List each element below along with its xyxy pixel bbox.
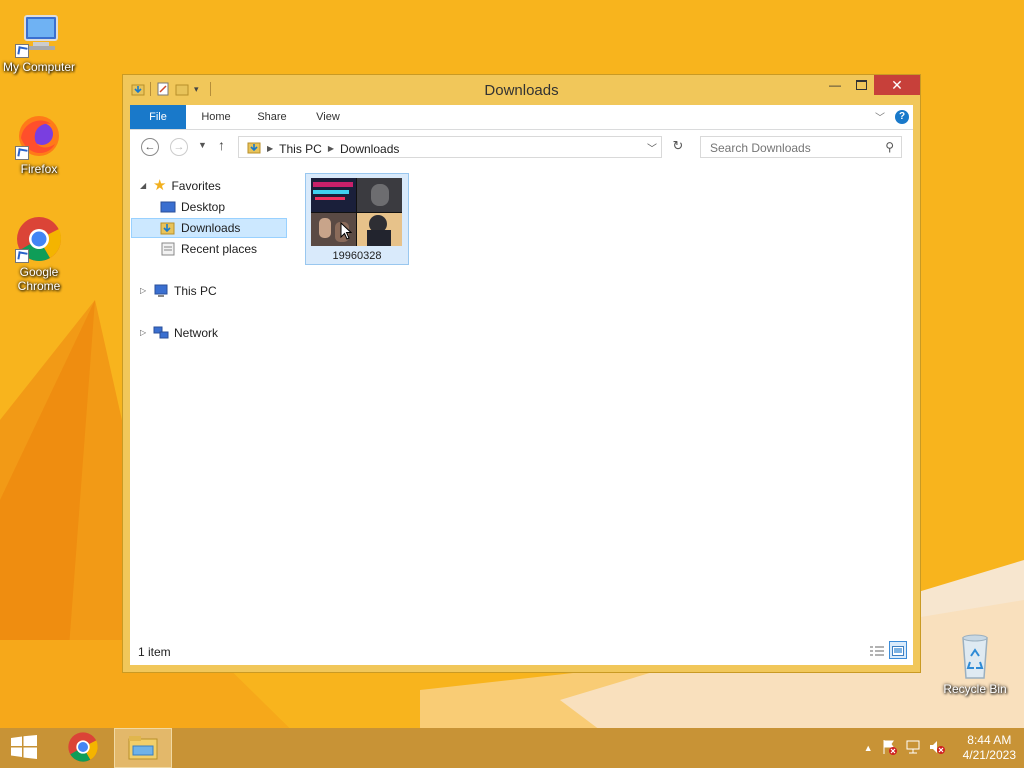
details-view-icon — [870, 645, 884, 660]
chrome-icon — [67, 731, 99, 766]
back-arrow-icon: ← — [144, 141, 156, 153]
start-button[interactable] — [0, 728, 48, 768]
maximize-button[interactable] — [848, 75, 874, 95]
desktop-icon-label: Google Chrome — [17, 265, 61, 293]
star-icon: ★ — [153, 177, 167, 194]
file-item[interactable]: 19960328 — [305, 173, 409, 265]
recent-places-icon — [160, 242, 176, 256]
taskbar-chrome[interactable] — [60, 728, 106, 768]
network-icon — [153, 326, 169, 340]
nav-label: Recent places — [181, 242, 258, 256]
desktop-icon-recycle-bin[interactable]: Recycle Bin — [942, 632, 1008, 696]
desktop-icon-label: Recycle Bin — [943, 682, 1007, 696]
details-view-button[interactable] — [867, 641, 885, 659]
minimize-button[interactable]: — — [822, 75, 848, 95]
title-bar[interactable]: ▾ Downloads — ✕ — [123, 75, 920, 105]
expand-triangle-icon[interactable]: ▷ — [140, 323, 148, 343]
taskbar-file-explorer[interactable] — [114, 728, 172, 768]
breadcrumb-separator-icon[interactable]: ▶ — [267, 144, 273, 153]
nav-item-downloads[interactable]: Downloads — [131, 218, 287, 238]
search-icon[interactable]: ⚲ — [885, 140, 894, 154]
status-bar: 1 item — [130, 637, 913, 665]
desktop-icon-firefox[interactable]: Firefox — [0, 112, 78, 176]
maximize-icon — [855, 80, 867, 90]
nav-label: Desktop — [181, 200, 226, 214]
volume-muted-icon[interactable] — [929, 739, 945, 758]
address-dropdown-icon[interactable]: ﹀ — [647, 140, 657, 155]
clock-time: 8:44 AM — [967, 733, 1012, 747]
clock[interactable]: 8:44 AM 4/21/2023 — [963, 733, 1016, 763]
forward-button[interactable]: → — [170, 138, 188, 156]
window-title: Downloads — [484, 82, 559, 99]
nav-item-desktop[interactable]: Desktop — [160, 197, 225, 217]
tab-home[interactable]: Home — [192, 105, 240, 129]
up-arrow-icon: ↑ — [218, 137, 225, 153]
refresh-icon: ↻ — [672, 138, 684, 153]
computer-icon — [153, 284, 169, 298]
search-box[interactable]: ⚲ — [700, 136, 902, 158]
navigation-pane: ◢ ★ Favorites Desktop Downloads Recent p… — [130, 166, 290, 635]
minimize-icon: — — [829, 78, 841, 92]
windows-logo-icon — [11, 734, 37, 762]
item-count: 1 item — [138, 645, 171, 659]
large-icons-view-icon — [892, 645, 904, 659]
search-input[interactable] — [708, 140, 872, 156]
nav-item-favorites[interactable]: ◢ ★ Favorites — [140, 176, 221, 196]
downloads-folder-icon — [160, 221, 176, 235]
explorer-window[interactable]: ▾ Downloads — ✕ File Home Share View ﹀ ?… — [122, 74, 921, 673]
file-name: 19960328 — [332, 250, 382, 262]
system-tray: ▲ 8:44 AM 4/21/2023 — [864, 728, 1016, 768]
desktop-icon — [160, 200, 176, 214]
content-area: ◢ ★ Favorites Desktop Downloads Recent p… — [130, 166, 913, 665]
firefox-icon — [15, 112, 63, 160]
file-explorer-icon — [127, 733, 159, 764]
forward-arrow-icon: → — [173, 141, 185, 153]
recycle-bin-icon — [951, 632, 999, 680]
help-icon[interactable]: ? — [895, 109, 909, 124]
address-bar[interactable]: ▶ This PC ▶ Downloads ﹀ — [238, 136, 662, 158]
tab-share[interactable]: Share — [248, 105, 296, 129]
desktop-icon-label: Firefox — [20, 162, 58, 176]
large-icons-view-button[interactable] — [889, 641, 907, 659]
tab-file[interactable]: File — [130, 105, 186, 129]
close-icon: ✕ — [891, 76, 903, 93]
ribbon-tabs: File Home Share View ﹀ ? — [130, 105, 913, 130]
collapse-triangle-icon[interactable]: ◢ — [140, 176, 148, 196]
computer-icon — [15, 10, 63, 58]
chrome-icon — [15, 215, 63, 263]
downloads-folder-icon — [247, 140, 261, 157]
expand-ribbon-icon[interactable]: ﹀ — [875, 109, 885, 124]
clock-date: 4/21/2023 — [962, 748, 1016, 762]
tab-view[interactable]: View — [304, 105, 352, 129]
address-row: ← → ▼ ↑ ▶ This PC ▶ Downloads ﹀ ↻ ⚲ — [130, 130, 913, 166]
taskbar: ▲ 8:44 AM 4/21/2023 — [0, 728, 1024, 768]
mouse-cursor-icon — [340, 221, 353, 243]
breadcrumb-separator-icon[interactable]: ▶ — [328, 144, 334, 153]
recent-locations-button[interactable]: ▼ — [198, 140, 207, 150]
breadcrumb-downloads[interactable]: Downloads — [340, 142, 399, 156]
desktop-icon-my-computer[interactable]: My Computer — [0, 10, 78, 74]
back-button[interactable]: ← — [141, 138, 159, 156]
show-hidden-icons-button[interactable]: ▲ — [864, 743, 873, 753]
up-button[interactable]: ↑ — [218, 137, 225, 153]
nav-item-recent-places[interactable]: Recent places — [160, 239, 257, 259]
nav-label: This PC — [174, 284, 217, 298]
video-thumbnail — [311, 178, 402, 246]
close-button[interactable]: ✕ — [874, 75, 920, 95]
nav-label: Favorites — [171, 179, 221, 193]
nav-label: Network — [174, 326, 219, 340]
desktop-icon-google-chrome[interactable]: Google Chrome — [0, 215, 78, 293]
action-center-flag-icon[interactable] — [881, 739, 897, 758]
nav-item-network[interactable]: ▷ Network — [140, 323, 218, 343]
network-status-icon[interactable] — [905, 739, 921, 758]
refresh-button[interactable]: ↻ — [668, 138, 688, 158]
expand-triangle-icon[interactable]: ▷ — [140, 281, 148, 301]
chevron-down-icon: ▼ — [198, 140, 207, 150]
desktop-icon-label: My Computer — [2, 60, 76, 74]
nav-label: Downloads — [181, 221, 241, 235]
breadcrumb-this-pc[interactable]: This PC — [279, 142, 322, 156]
nav-item-this-pc[interactable]: ▷ This PC — [140, 281, 217, 301]
